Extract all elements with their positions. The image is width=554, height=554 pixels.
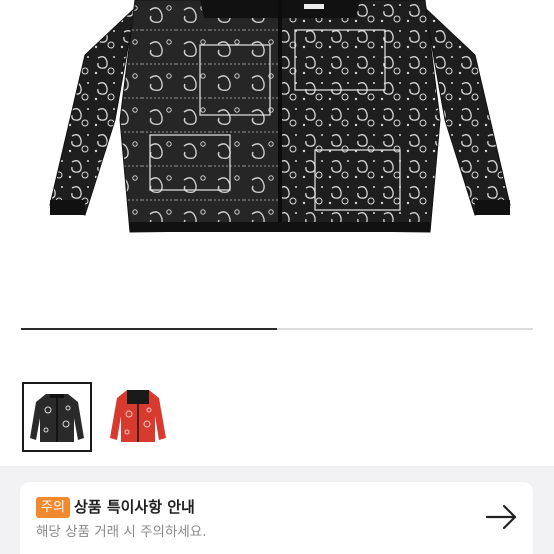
product-notice-card[interactable]: 주의 상품 특이사항 안내 해당 상품 거래 시 주의하세요. xyxy=(20,482,533,554)
notice-subtitle: 해당 상품 거래 시 주의하세요. xyxy=(36,524,207,540)
thumbnail-red-jacket[interactable] xyxy=(103,382,173,452)
thumbnail-strip xyxy=(0,356,554,466)
thumbnail-image xyxy=(30,394,84,442)
gallery-progress-indicator xyxy=(21,328,277,330)
notice-title: 상품 특이사항 안내 xyxy=(74,498,195,516)
caution-badge: 주의 xyxy=(36,497,70,518)
thumbnail-black-jacket[interactable] xyxy=(22,382,92,452)
product-image[interactable] xyxy=(40,0,520,240)
product-image-area[interactable] xyxy=(0,0,554,356)
gallery-progress-track xyxy=(21,328,533,330)
thumbnail-image xyxy=(110,390,166,442)
arrow-right-icon[interactable] xyxy=(484,502,520,532)
